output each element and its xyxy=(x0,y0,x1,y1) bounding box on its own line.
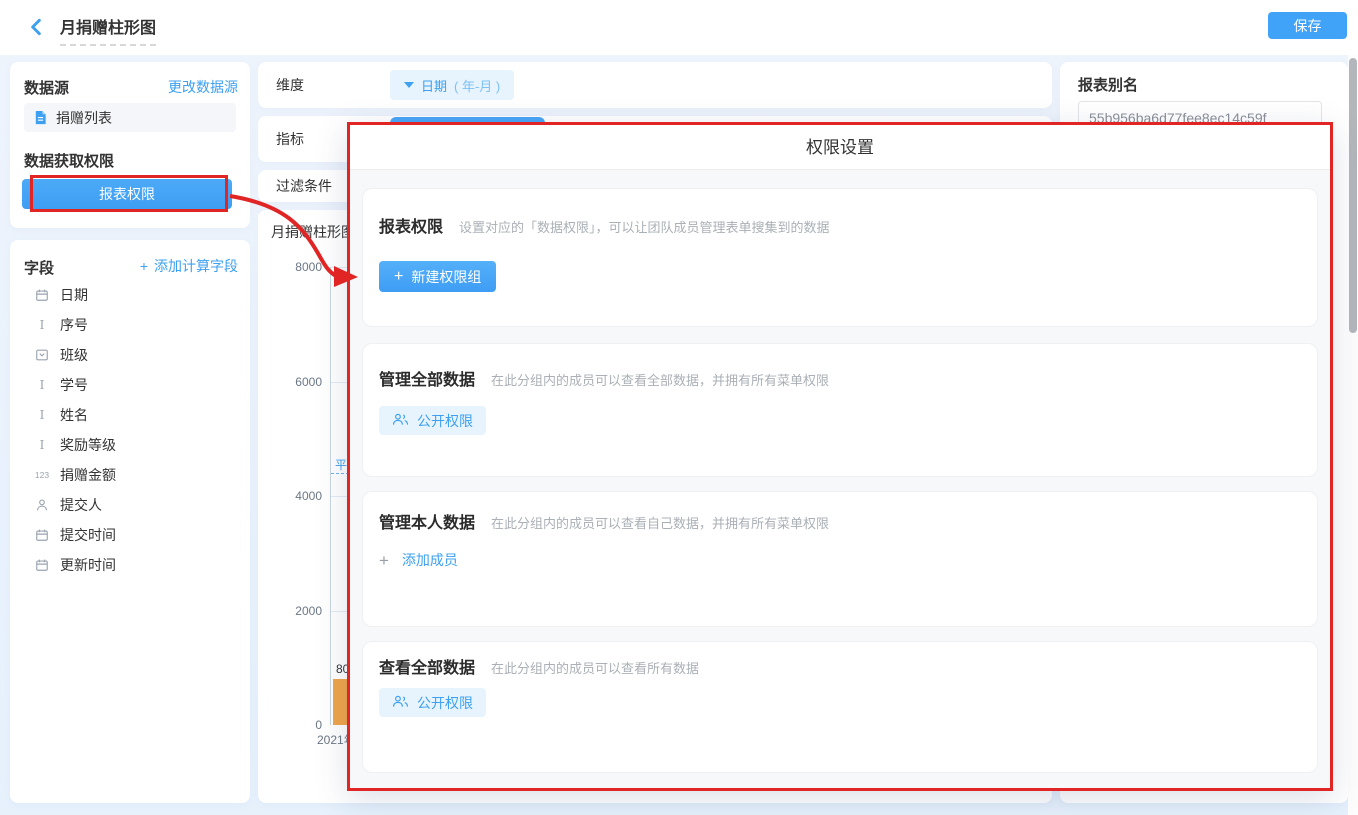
modal-title: 权限设置 xyxy=(350,125,1330,170)
back-button[interactable] xyxy=(26,17,46,37)
y-axis-tick-label: 2000 xyxy=(258,604,322,618)
calendar-icon xyxy=(34,558,50,572)
field-item[interactable]: 提交人 xyxy=(10,490,250,520)
plus-icon: + xyxy=(394,269,403,285)
datasource-name: 捐赠列表 xyxy=(56,108,112,128)
field-label: 捐赠金额 xyxy=(60,465,116,485)
field-item[interactable]: 123 捐赠金额 xyxy=(10,460,250,490)
fields-title: 字段 xyxy=(24,257,54,278)
add-member-label: 添加成员 xyxy=(402,550,458,570)
new-permission-group-button[interactable]: + 新建权限组 xyxy=(379,261,496,292)
section-manage-own-data: 管理本人数据 在此分组内的成员可以查看自己数据，并拥有所有菜单权限 + 添加成员 xyxy=(362,491,1318,627)
field-label: 日期 xyxy=(60,285,88,305)
chevron-left-icon xyxy=(26,17,46,37)
add-member-link[interactable]: + 添加成员 xyxy=(379,550,458,570)
field-label: 姓名 xyxy=(60,405,88,425)
dimension-suffix: ( 年-月 ) xyxy=(454,76,500,95)
y-axis-tick-label: 0 xyxy=(258,718,322,732)
field-item[interactable]: I 学号 xyxy=(10,370,250,400)
plus-icon: + xyxy=(379,552,389,569)
data-permission-title: 数据获取权限 xyxy=(24,150,114,171)
plus-icon: + xyxy=(140,258,148,274)
section-view-all-data: 查看全部数据 在此分组内的成员可以查看所有数据 公开权限 xyxy=(362,641,1318,773)
field-item[interactable]: 班级 xyxy=(10,340,250,370)
dimension-tag[interactable]: 日期 ( 年-月 ) xyxy=(390,70,514,100)
document-icon xyxy=(32,110,48,125)
calendar-icon xyxy=(34,528,50,542)
page-title: 月捐赠柱形图 xyxy=(60,14,156,46)
field-list: 日期 I 序号班级 I 学号 I 姓名 I 奖励等级 123 捐赠金额提交人提交时间更新时间 xyxy=(10,280,250,580)
people-icon xyxy=(392,695,409,711)
section-description: 在此分组内的成员可以查看全部数据，并拥有所有菜单权限 xyxy=(491,370,829,389)
save-button[interactable]: 保存 xyxy=(1268,12,1347,39)
field-item[interactable]: 更新时间 xyxy=(10,550,250,580)
new-permission-group-label: 新建权限组 xyxy=(411,267,481,287)
modal-body: 报表权限 设置对应的「数据权限」，可以让团队成员管理表单搜集到的数据 + 新建权… xyxy=(350,170,1330,788)
datasource-title: 数据源 xyxy=(24,77,69,98)
field-label: 更新时间 xyxy=(60,555,116,575)
field-item[interactable]: I 姓名 xyxy=(10,400,250,430)
text-icon: I xyxy=(34,318,50,332)
field-label: 提交时间 xyxy=(60,525,116,545)
header: 月捐赠柱形图 保存 xyxy=(0,0,1358,55)
field-item[interactable]: 日期 xyxy=(10,280,250,310)
field-label: 奖励等级 xyxy=(60,435,116,455)
caret-down-icon xyxy=(404,82,414,88)
section-report-permission: 报表权限 设置对应的「数据权限」，可以让团队成员管理表单搜集到的数据 + 新建权… xyxy=(362,188,1318,327)
section-description: 设置对应的「数据权限」，可以让团队成员管理表单搜集到的数据 xyxy=(459,217,830,236)
fields-panel: 字段 + 添加计算字段 日期I序号班级I学号I姓名I奖励等级123捐赠金额提交人… xyxy=(10,240,250,803)
section-title: 管理全部数据 xyxy=(379,366,475,390)
section-title: 查看全部数据 xyxy=(379,654,475,678)
section-manage-all-data: 管理全部数据 在此分组内的成员可以查看全部数据，并拥有所有菜单权限 公开权限 xyxy=(362,343,1318,477)
select-icon xyxy=(34,348,50,362)
metric-label: 指标 xyxy=(276,129,304,149)
scrollbar-thumb[interactable] xyxy=(1349,58,1357,333)
person-icon xyxy=(34,498,50,512)
y-axis-line xyxy=(330,267,331,725)
people-icon xyxy=(392,413,409,429)
field-label: 班级 xyxy=(60,345,88,365)
field-label: 序号 xyxy=(60,315,88,335)
annotation-highlight-box xyxy=(30,175,228,212)
field-item[interactable]: 提交时间 xyxy=(10,520,250,550)
datasource-item[interactable]: 捐赠列表 xyxy=(24,103,236,132)
dimension-label: 维度 xyxy=(276,75,304,95)
public-permission-tag[interactable]: 公开权限 xyxy=(379,406,486,435)
public-permission-label: 公开权限 xyxy=(417,693,473,713)
text-icon: I xyxy=(34,438,50,452)
section-title: 报表权限 xyxy=(379,213,443,237)
field-label: 学号 xyxy=(60,375,88,395)
dimension-row: 维度 日期 ( 年-月 ) xyxy=(258,62,1052,108)
text-icon: I xyxy=(34,408,50,422)
number-icon: 123 xyxy=(34,470,50,480)
text-icon: I xyxy=(34,378,50,392)
section-description: 在此分组内的成员可以查看所有数据 xyxy=(491,658,699,677)
y-axis-tick-label: 4000 xyxy=(258,489,322,503)
field-item[interactable]: I 序号 xyxy=(10,310,250,340)
permission-settings-modal: 权限设置 报表权限 设置对应的「数据权限」，可以让团队成员管理表单搜集到的数据 … xyxy=(347,122,1333,791)
scrollbar-track xyxy=(1348,55,1358,815)
calendar-icon xyxy=(34,288,50,302)
y-axis-tick-label: 6000 xyxy=(258,375,322,389)
field-item[interactable]: I 奖励等级 xyxy=(10,430,250,460)
dimension-value: 日期 xyxy=(421,76,447,95)
field-label: 提交人 xyxy=(60,495,102,515)
report-alias-title: 报表别名 xyxy=(1078,74,1138,95)
public-permission-tag[interactable]: 公开权限 xyxy=(379,688,486,717)
section-description: 在此分组内的成员可以查看自己数据，并拥有所有菜单权限 xyxy=(491,513,829,532)
public-permission-label: 公开权限 xyxy=(417,411,473,431)
change-datasource-link[interactable]: 更改数据源 xyxy=(168,77,238,97)
app-screen: 月捐赠柱形图 保存 数据源 更改数据源 捐赠列表 数据获取权限 报表权限 字段 … xyxy=(0,0,1358,815)
annotation-arrow xyxy=(215,185,375,295)
section-title: 管理本人数据 xyxy=(379,509,475,533)
